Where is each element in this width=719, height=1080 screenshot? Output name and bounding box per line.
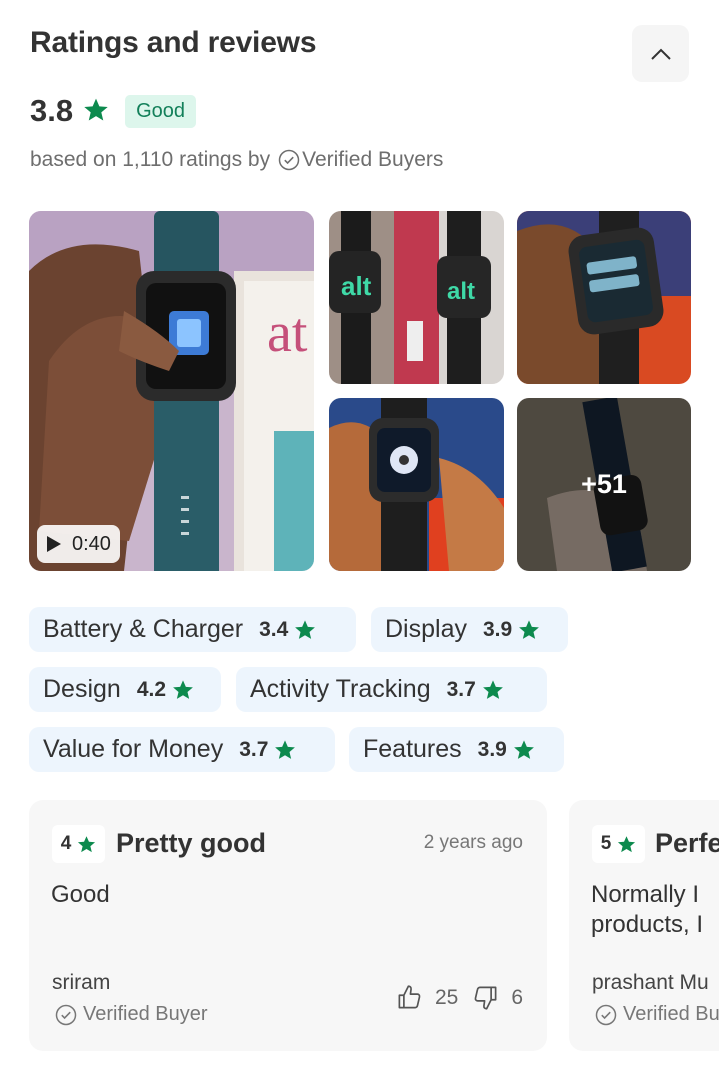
watch-photo <box>517 211 691 384</box>
verified-buyer-label: Verified Bu <box>623 1003 719 1025</box>
review-card[interactable]: 4 Pretty good 2 years ago Good sriram Ve… <box>29 800 547 1051</box>
ratings-count-text: based on 1,110 ratings by Verified Buyer… <box>30 148 443 172</box>
review-rating-badge: 4 <box>52 825 105 863</box>
verified-buyer-tag: Verified Buyer <box>55 1003 208 1026</box>
aspect-score: 3.9 <box>482 617 513 641</box>
aspect-chip-value-for-money[interactable]: Value for Money 3.7 <box>29 727 335 772</box>
verified-check-icon <box>278 149 300 171</box>
svg-text:at: at <box>267 302 308 364</box>
svg-text:alt: alt <box>447 278 475 305</box>
star-icon <box>275 739 296 759</box>
review-body-line: products, I <box>591 911 704 938</box>
star-icon <box>513 739 534 759</box>
video-duration: 0:40 <box>72 532 111 555</box>
watch-photo: alt alt <box>329 211 504 384</box>
review-photo-3[interactable] <box>329 398 504 571</box>
review-body: Good <box>51 880 110 910</box>
aspect-score: 4.2 <box>136 677 167 701</box>
aspect-label: Display <box>385 615 467 643</box>
star-icon <box>84 98 108 121</box>
aspect-score: 3.4 <box>259 617 289 641</box>
review-title: Perfe <box>655 828 719 858</box>
video-duration-pill: 0:40 <box>37 525 120 563</box>
rating-badge: Good <box>125 94 197 128</box>
star-icon <box>618 835 636 852</box>
aspect-score: 3.7 <box>446 677 476 701</box>
aspect-score: 3.9 <box>477 737 507 761</box>
watch-photo <box>329 398 504 571</box>
review-rating: 4 <box>60 833 72 854</box>
watch-photo: at <box>29 211 314 571</box>
collapse-button[interactable] <box>632 25 689 82</box>
star-icon <box>78 835 96 852</box>
aspect-chip-activity-tracking[interactable]: Activity Tracking 3.7 <box>236 667 547 712</box>
aspect-chip-features[interactable]: Features 3.9 <box>349 727 564 772</box>
based-on-label: based on 1,110 ratings by <box>30 148 271 171</box>
review-author: prashant Mu <box>592 971 709 994</box>
aspect-label: Activity Tracking <box>250 675 431 703</box>
thumbs-down-icon[interactable] <box>472 984 499 1011</box>
star-icon <box>295 619 316 639</box>
chevron-up-icon <box>650 48 671 60</box>
play-icon <box>47 536 61 552</box>
review-body: Normally I products, I <box>591 880 703 940</box>
aspect-label: Features <box>363 735 462 763</box>
section-title: Ratings and reviews <box>30 26 317 59</box>
rating-value: 3.8 <box>30 93 74 128</box>
aspect-label: Value for Money <box>43 735 224 763</box>
thumbs-up-icon[interactable] <box>396 984 423 1011</box>
likes-count: 25 <box>434 985 459 1009</box>
review-video-thumbnail[interactable]: at 0:40 <box>29 211 314 571</box>
review-rating: 5 <box>600 833 612 854</box>
review-photo-2[interactable] <box>517 211 691 384</box>
review-body-line: Normally I <box>591 881 700 908</box>
star-icon <box>519 619 540 639</box>
svg-text:alt: alt <box>341 271 372 301</box>
review-author: sriram <box>52 971 111 994</box>
review-card[interactable]: 5 Perfe Normally I products, I prashant … <box>569 800 719 1051</box>
aspect-chip-display[interactable]: Display 3.9 <box>371 607 568 652</box>
dislikes-count: 6 <box>511 985 523 1009</box>
more-photos-overlay: +51 <box>517 398 691 571</box>
review-votes: 25 6 <box>396 984 523 1011</box>
review-body-line: Good <box>51 881 110 908</box>
review-title: Pretty good <box>116 828 267 858</box>
review-photo-1[interactable]: alt alt <box>329 211 504 384</box>
overall-rating: 3.8 Good <box>30 93 197 129</box>
verified-buyer-tag: Verified Bu <box>595 1003 719 1026</box>
review-date: 2 years ago <box>423 832 523 853</box>
aspect-chip-battery[interactable]: Battery & Charger 3.4 <box>29 607 356 652</box>
star-icon <box>173 679 193 699</box>
aspect-score: 3.7 <box>239 737 269 761</box>
aspect-chip-design[interactable]: Design 4.2 <box>29 667 221 712</box>
verified-check-icon <box>55 1004 77 1025</box>
aspect-label: Battery & Charger <box>43 615 244 643</box>
review-rating-badge: 5 <box>592 825 645 863</box>
review-photo-more[interactable]: +51 <box>517 398 691 571</box>
star-icon <box>482 679 503 699</box>
verified-check-icon <box>595 1004 617 1025</box>
verified-buyer-label: Verified Buyer <box>83 1003 208 1025</box>
aspect-label: Design <box>43 675 121 703</box>
verified-buyers-label: Verified Buyers <box>302 148 444 171</box>
